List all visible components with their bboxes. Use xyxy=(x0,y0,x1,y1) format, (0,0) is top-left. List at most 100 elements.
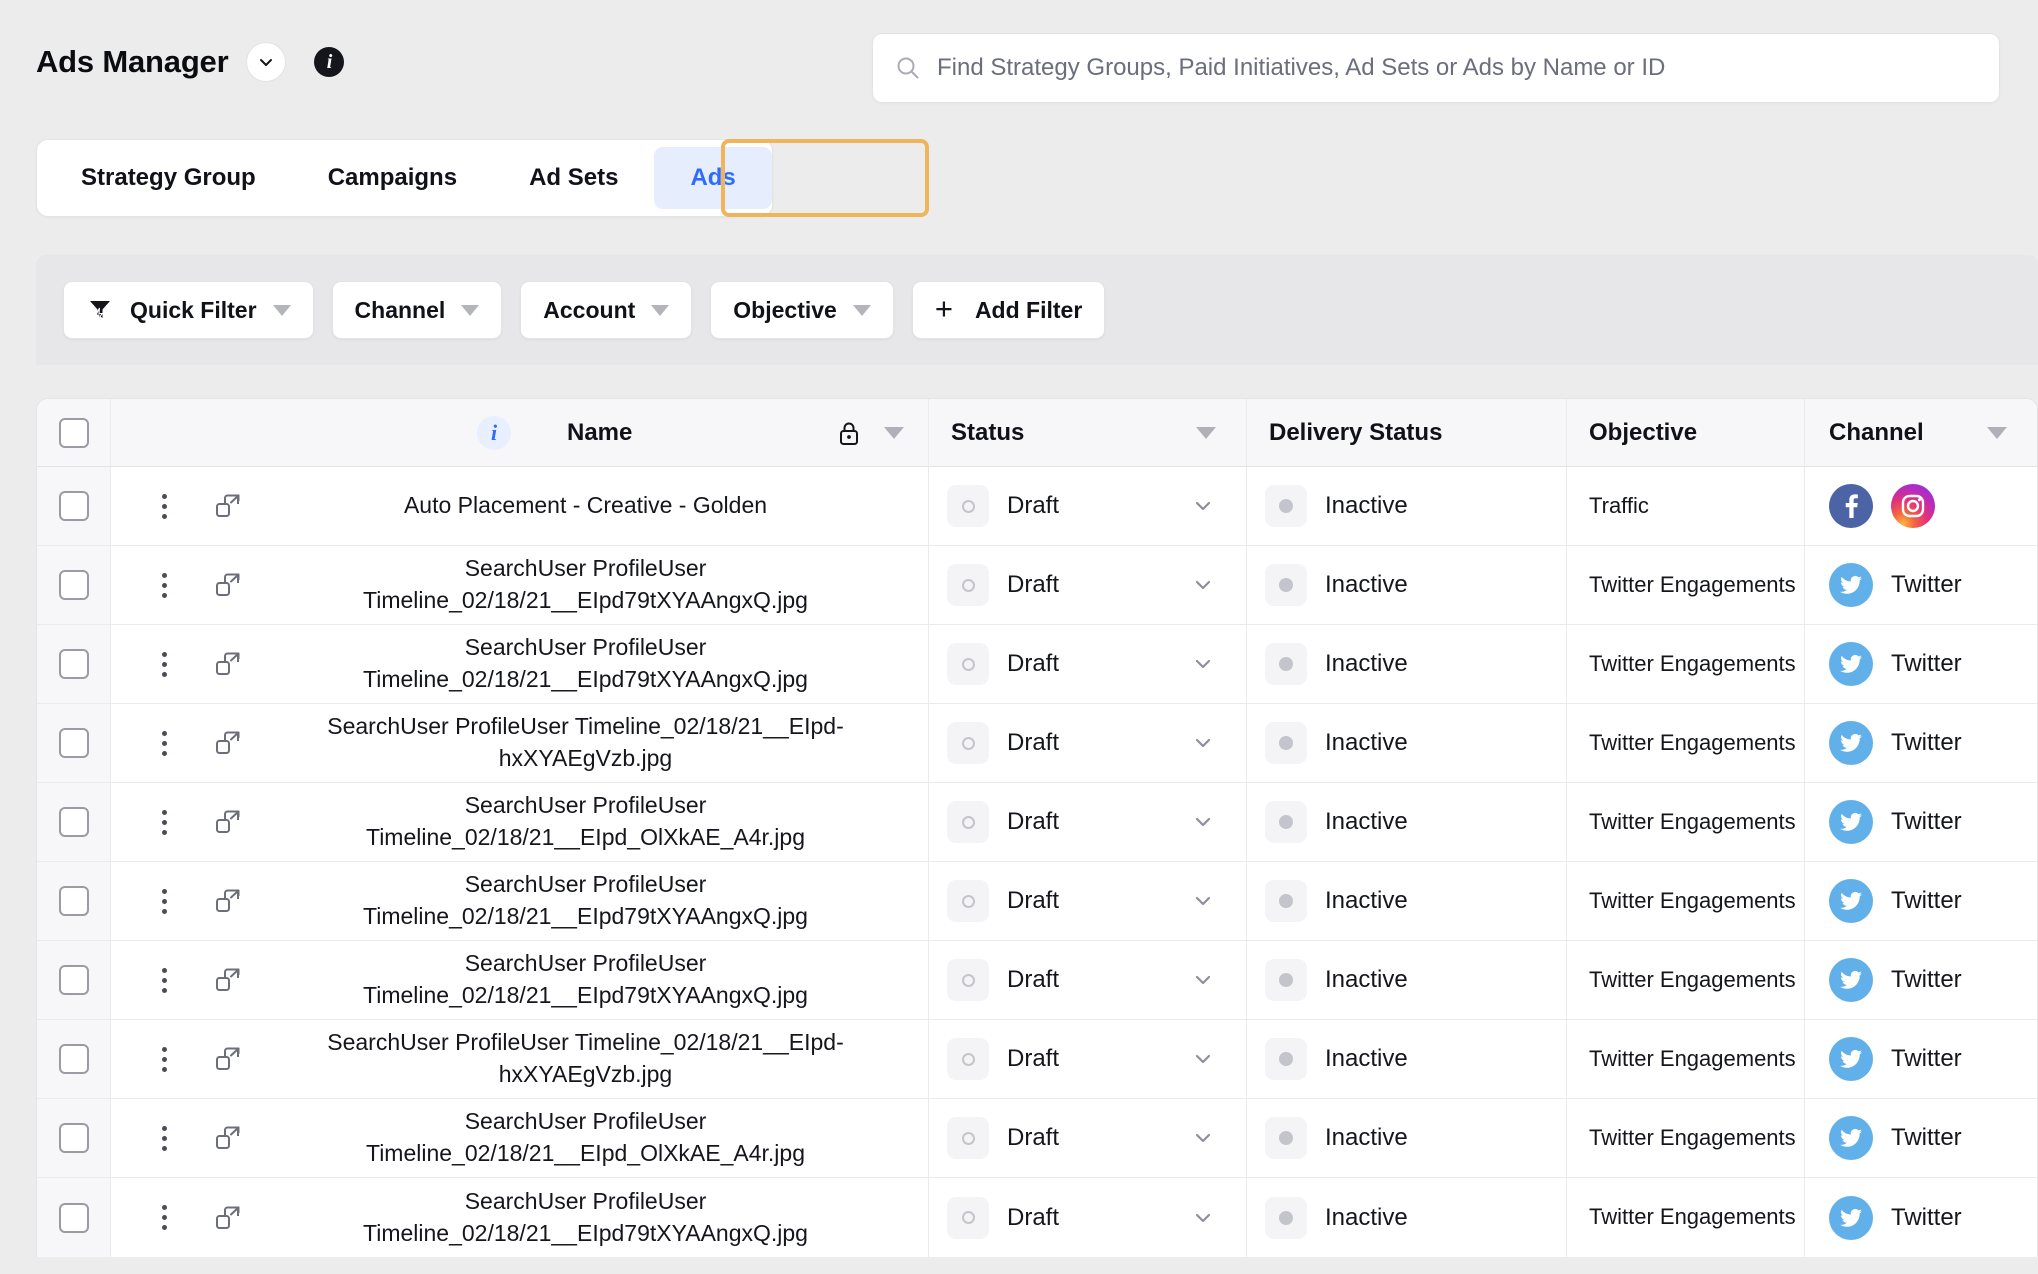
row-checkbox[interactable] xyxy=(58,649,89,679)
kebab-menu-icon[interactable] xyxy=(149,730,179,756)
open-in-new-icon[interactable] xyxy=(213,1044,243,1074)
channel-sort-caret-icon[interactable] xyxy=(1987,426,2007,439)
open-in-new-icon[interactable] xyxy=(213,728,243,758)
status-dropdown-chevron-icon[interactable] xyxy=(1190,493,1216,519)
column-header-objective[interactable]: Objective xyxy=(1567,399,1805,466)
open-in-new-icon[interactable] xyxy=(213,1203,243,1233)
row-status-label: Draft xyxy=(1007,1203,1060,1231)
row-name-cell: Auto Placement - Creative - Golden xyxy=(111,467,929,545)
channel-filter-button[interactable]: Channel xyxy=(331,281,503,339)
open-in-new-icon[interactable] xyxy=(213,965,243,995)
open-in-new-icon[interactable] xyxy=(213,1123,243,1153)
column-header-channel[interactable]: Channel xyxy=(1805,399,2037,466)
search-input[interactable] xyxy=(937,54,1977,82)
table-row[interactable]: SearchUser ProfileUser Timeline_02/18/21… xyxy=(37,783,2037,862)
open-in-new-icon[interactable] xyxy=(213,807,243,837)
row-objective-cell: Traffic xyxy=(1567,467,1805,545)
row-status-cell[interactable]: Draft xyxy=(929,1020,1247,1098)
row-objective-label: Twitter Engagements xyxy=(1589,571,1796,597)
row-checkbox[interactable] xyxy=(58,728,89,758)
row-select-cell xyxy=(37,783,111,861)
quick-filter-button[interactable]: Quick Filter xyxy=(63,281,314,339)
row-actions xyxy=(149,491,243,521)
kebab-menu-icon[interactable] xyxy=(149,1205,179,1230)
kebab-menu-icon[interactable] xyxy=(149,572,179,598)
kebab-menu-icon[interactable] xyxy=(149,809,179,835)
row-status-cell[interactable]: Draft xyxy=(929,546,1247,624)
table-row[interactable]: Auto Placement - Creative - Golden Draft I… xyxy=(37,467,2037,546)
open-in-new-icon[interactable] xyxy=(213,886,243,916)
channel-filter-label: Channel xyxy=(354,296,446,323)
row-select-cell xyxy=(37,467,111,545)
status-dropdown-chevron-icon[interactable] xyxy=(1190,1205,1216,1231)
table-row[interactable]: SearchUser ProfileUser Timeline_02/18/21… xyxy=(37,1020,2037,1099)
column-header-delivery-status[interactable]: Delivery Status xyxy=(1247,399,1567,466)
row-name-label: SearchUser ProfileUser Timeline_02/18/21… xyxy=(363,871,808,929)
chevron-down-icon[interactable] xyxy=(246,42,287,82)
table-row[interactable]: SearchUser ProfileUser Timeline_02/18/21… xyxy=(37,625,2037,704)
open-in-new-icon[interactable] xyxy=(213,649,243,679)
status-dropdown-chevron-icon[interactable] xyxy=(1190,572,1216,598)
name-sort-caret-icon[interactable] xyxy=(884,426,904,439)
row-checkbox[interactable] xyxy=(58,1044,89,1074)
search-bar[interactable] xyxy=(872,33,2000,103)
facebook-icon xyxy=(1829,484,1873,528)
table-row[interactable]: SearchUser ProfileUser Timeline_02/18/21… xyxy=(37,1099,2037,1178)
row-checkbox[interactable] xyxy=(58,965,89,995)
row-checkbox[interactable] xyxy=(58,807,89,837)
table-row[interactable]: SearchUser ProfileUser Timeline_02/18/21… xyxy=(37,546,2037,625)
status-dropdown-chevron-icon[interactable] xyxy=(1190,730,1216,756)
column-header-name[interactable]: i Name xyxy=(111,399,929,466)
add-filter-button[interactable]: + Add Filter xyxy=(911,281,1106,339)
status-sort-caret-icon[interactable] xyxy=(1196,426,1216,439)
tab-ad-sets[interactable]: Ad Sets xyxy=(493,147,654,209)
row-delivery-status-cell: Inactive xyxy=(1247,862,1567,940)
column-header-status[interactable]: Status xyxy=(929,399,1247,466)
tab-campaigns[interactable]: Campaigns xyxy=(292,147,493,209)
open-in-new-icon[interactable] xyxy=(213,570,243,600)
row-status-cell[interactable]: Draft xyxy=(929,862,1247,940)
kebab-menu-icon[interactable] xyxy=(149,651,179,677)
kebab-menu-icon[interactable] xyxy=(149,1046,179,1072)
name-info-icon[interactable]: i xyxy=(477,415,511,450)
select-all-checkbox[interactable] xyxy=(58,417,89,448)
status-dropdown-chevron-icon[interactable] xyxy=(1190,809,1216,835)
row-status-cell[interactable]: Draft xyxy=(929,625,1247,703)
column-header-delivery-status-label: Delivery Status xyxy=(1269,418,1443,446)
objective-filter-button[interactable]: Objective xyxy=(710,281,894,339)
row-checkbox[interactable] xyxy=(58,1202,89,1233)
status-dropdown-chevron-icon[interactable] xyxy=(1190,1125,1216,1151)
row-status-cell[interactable]: Draft xyxy=(929,704,1247,782)
kebab-menu-icon[interactable] xyxy=(149,493,179,519)
table-row[interactable]: SearchUser ProfileUser Timeline_02/18/21… xyxy=(37,941,2037,1020)
row-status-cell[interactable]: Draft xyxy=(929,467,1247,545)
kebab-menu-icon[interactable] xyxy=(149,1125,179,1151)
info-icon[interactable]: i xyxy=(314,47,345,77)
row-objective-label: Twitter Engagements xyxy=(1589,650,1796,676)
table-row[interactable]: SearchUser ProfileUser Timeline_02/18/21… xyxy=(37,862,2037,941)
row-checkbox[interactable] xyxy=(58,1123,89,1153)
row-checkbox[interactable] xyxy=(58,491,89,521)
row-status-cell[interactable]: Draft xyxy=(929,941,1247,1019)
row-status-cell[interactable]: Draft xyxy=(929,1178,1247,1257)
row-checkbox[interactable] xyxy=(58,886,89,916)
open-in-new-icon[interactable] xyxy=(213,491,243,521)
status-dropdown-chevron-icon[interactable] xyxy=(1190,651,1216,677)
row-checkbox[interactable] xyxy=(58,570,89,600)
status-dropdown-chevron-icon[interactable] xyxy=(1190,888,1216,914)
status-dot-draft-icon xyxy=(961,657,975,671)
kebab-menu-icon[interactable] xyxy=(149,967,179,993)
row-status-cell[interactable]: Draft xyxy=(929,783,1247,861)
kebab-menu-icon[interactable] xyxy=(149,888,179,914)
table-row[interactable]: SearchUser ProfileUser Timeline_02/18/21… xyxy=(37,704,2037,783)
status-dropdown-chevron-icon[interactable] xyxy=(1190,967,1216,993)
account-filter-button[interactable]: Account xyxy=(520,281,693,339)
row-status-cell[interactable]: Draft xyxy=(929,1099,1247,1177)
tab-strategy-group[interactable]: Strategy Group xyxy=(45,147,292,209)
tab-ads[interactable]: Ads xyxy=(654,147,772,209)
row-channel-cell: Twitter xyxy=(1805,862,2037,940)
table-row[interactable]: SearchUser ProfileUser Timeline_02/18/21… xyxy=(37,1178,2037,1257)
status-dropdown-chevron-icon[interactable] xyxy=(1190,1046,1216,1072)
status-indicator xyxy=(947,564,989,606)
twitter-icon xyxy=(1829,958,1873,1002)
